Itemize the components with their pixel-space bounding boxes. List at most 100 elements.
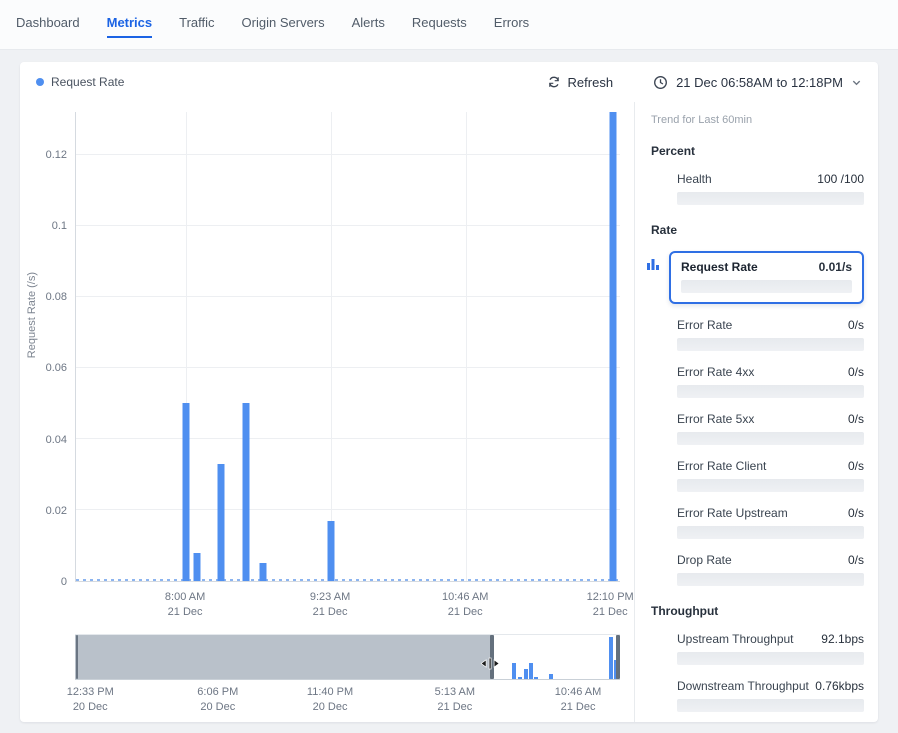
metric-value: 0/s <box>848 318 864 332</box>
metric-row: Upstream Throughput 92.1bps <box>677 632 864 646</box>
x-tick-label: 9:23 AM21 Dec <box>310 590 350 620</box>
metric-sparkline <box>681 280 852 293</box>
bar-chart-icon <box>645 256 661 272</box>
metric-row: Drop Rate0/s <box>677 553 864 567</box>
metric-value: 0/s <box>848 412 864 426</box>
refresh-label: Refresh <box>568 75 614 90</box>
x-tick-label: 10:46 AM21 Dec <box>442 590 488 620</box>
brush-tick-date: 21 Dec <box>435 700 475 715</box>
metric-label: Error Rate 5xx <box>677 412 754 426</box>
brush-axis-labels: 12:33 PM20 Dec6:06 PM20 Dec11:40 PM20 De… <box>75 685 620 717</box>
metric-row: Error Rate Client0/s <box>677 459 864 473</box>
metric-sparkline <box>677 652 864 665</box>
x-axis-labels: 8:00 AM21 Dec9:23 AM21 Dec10:46 AM21 Dec… <box>75 590 620 622</box>
chart-bar <box>182 403 189 581</box>
x-tick-label: 12:10 PM21 Dec <box>587 590 634 620</box>
brush-tick-date: 20 Dec <box>67 700 114 715</box>
metric-value: 0/s <box>848 553 864 567</box>
brush-handle-right[interactable] <box>616 635 620 679</box>
brush-tick-time: 11:40 PM <box>307 685 353 700</box>
metric-row: Error Rate Upstream0/s <box>677 506 864 520</box>
section-title: Percent <box>651 144 864 158</box>
section-title: Rate <box>651 223 864 237</box>
time-range-label: 21 Dec 06:58AM to 12:18PM <box>676 75 843 90</box>
y-tick-label: 0.08 <box>46 291 67 303</box>
brush-tick-label: 11:40 PM20 Dec <box>307 685 353 715</box>
metric-sparkline <box>677 192 864 205</box>
y-axis-labels: 00.020.040.060.080.10.12 <box>20 112 67 582</box>
x-tick-label: 8:00 AM21 Dec <box>165 590 205 620</box>
tab-dashboard[interactable]: Dashboard <box>16 15 80 38</box>
y-tick-label: 0.1 <box>52 220 67 232</box>
metric-upstream-throughput[interactable]: Upstream Throughput 92.1bps <box>677 632 864 665</box>
header-actions: Refresh 21 Dec 06:58AM to 12:18PM <box>547 75 862 90</box>
y-tick-label: 0.12 <box>46 149 67 161</box>
metric-row: Downstream Throughput0.76kbps <box>677 679 864 693</box>
brush-bar <box>524 669 528 679</box>
y-tick-label: 0.04 <box>46 434 67 446</box>
metric-sparkline <box>677 432 864 445</box>
metric-label: Error Rate Client <box>677 459 766 473</box>
legend-request-rate[interactable]: Request Rate <box>36 75 124 89</box>
metrics-panel: Trend for Last 60min PercentHealth100 /1… <box>634 102 878 722</box>
metric-request-rate[interactable]: Request Rate0.01/s <box>669 251 864 304</box>
gridline-vertical <box>466 112 467 581</box>
metric-label: Downstream Throughput <box>677 679 809 693</box>
brush-tick-time: 12:33 PM <box>67 685 114 700</box>
tab-alerts[interactable]: Alerts <box>352 15 385 38</box>
tab-origin-servers[interactable]: Origin Servers <box>242 15 325 38</box>
time-range-selector[interactable]: 21 Dec 06:58AM to 12:18PM <box>653 75 862 90</box>
panel-sections: Percent Health100 /100 Rate Request Rate0.0… <box>651 144 864 722</box>
y-tick-label: 0.06 <box>46 362 67 374</box>
brush-tick-date: 20 Dec <box>197 700 238 715</box>
x-tick-time: 8:00 AM <box>165 590 205 605</box>
gridline-horizontal <box>76 367 620 368</box>
metric-sparkline <box>677 573 864 586</box>
baseline-series <box>76 579 620 581</box>
brush-tick-label: 10:46 AM21 Dec <box>555 685 601 715</box>
x-tick-date: 21 Dec <box>587 605 634 620</box>
brush-bar <box>518 677 522 680</box>
metric-value: 0/s <box>848 506 864 520</box>
metric-error-rate-client[interactable]: Error Rate Client0/s <box>677 459 864 492</box>
metric-health[interactable]: Health100 /100 <box>677 172 864 205</box>
tab-metrics[interactable]: Metrics <box>107 15 153 38</box>
metric-label: Health <box>677 172 712 186</box>
x-tick-time: 9:23 AM <box>310 590 350 605</box>
metric-error-rate-4xx[interactable]: Error Rate 4xx0/s <box>677 365 864 398</box>
metric-error-rate-upstream[interactable]: Error Rate Upstream0/s <box>677 506 864 539</box>
refresh-icon <box>547 75 561 89</box>
metric-label: Upstream Throughput <box>677 632 794 646</box>
card-header: Request Rate Refresh 21 Dec 06:58AM to 1… <box>20 62 878 102</box>
metric-sparkline <box>677 338 864 351</box>
brush-tick-label: 12:33 PM20 Dec <box>67 685 114 715</box>
chevron-down-icon <box>851 77 862 88</box>
tab-traffic[interactable]: Traffic <box>179 15 214 38</box>
tab-errors[interactable]: Errors <box>494 15 529 38</box>
brush-overlay-unselected[interactable] <box>75 635 492 679</box>
brush-bar <box>609 637 613 679</box>
tab-requests[interactable]: Requests <box>412 15 467 38</box>
metric-label: Error Rate <box>677 318 732 332</box>
legend-dot-icon <box>36 78 44 86</box>
gridline-vertical <box>331 112 332 581</box>
brush-tick-date: 21 Dec <box>555 700 601 715</box>
brush-chart[interactable] <box>75 634 620 680</box>
metric-error-rate[interactable]: Error Rate 0/s <box>677 318 864 351</box>
gridline-horizontal <box>76 296 620 297</box>
metric-sparkline <box>677 479 864 492</box>
metric-row: Health100 /100 <box>677 172 864 186</box>
brush-tick-time: 10:46 AM <box>555 685 601 700</box>
metric-error-rate-5xx[interactable]: Error Rate 5xx 0/s <box>677 412 864 445</box>
brush-tick-time: 5:13 AM <box>435 685 475 700</box>
metric-label: Error Rate 4xx <box>677 365 754 379</box>
metric-row: Request Rate0.01/s <box>681 260 852 274</box>
refresh-button[interactable]: Refresh <box>547 75 614 90</box>
metric-drop-rate[interactable]: Drop Rate0/s <box>677 553 864 586</box>
metric-downstream-throughput[interactable]: Downstream Throughput0.76kbps <box>677 679 864 712</box>
chart-bar <box>610 112 617 581</box>
y-tick-label: 0 <box>61 576 67 588</box>
x-tick-date: 21 Dec <box>165 605 205 620</box>
metric-value: 92.1bps <box>821 632 864 646</box>
plot-area[interactable] <box>75 112 620 582</box>
